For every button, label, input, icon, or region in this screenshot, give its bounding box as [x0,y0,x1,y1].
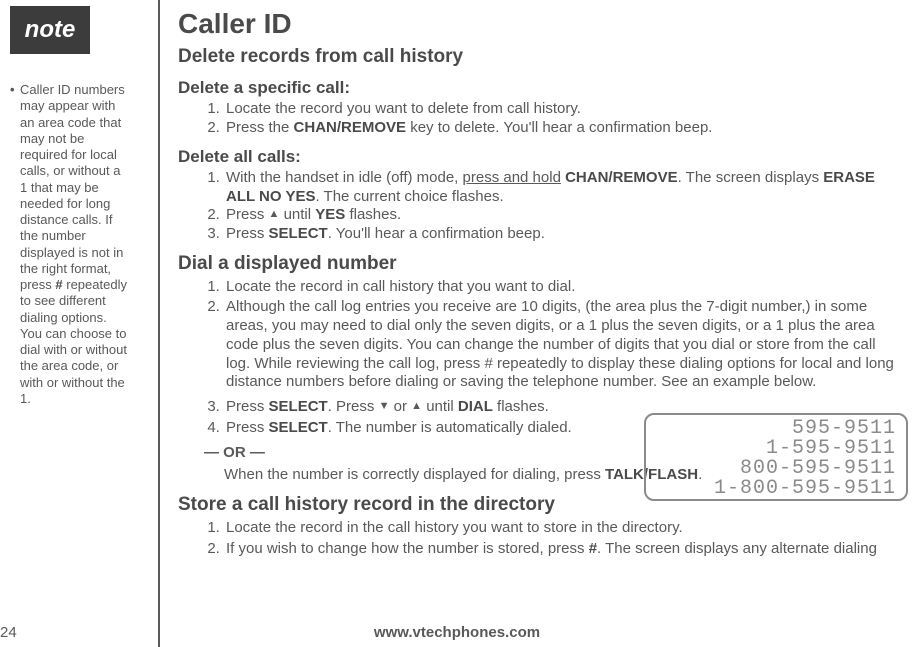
t: Press [226,419,269,436]
up-arrow-icon: ▲ [411,400,422,414]
list-item: If you wish to change how the number is … [224,540,898,559]
hash-key: # [589,540,597,557]
t: flashes. [345,206,401,223]
display-line-1: 595-9511 [650,419,896,439]
t: . Press [328,398,379,415]
t: or [389,398,411,415]
t: Press [226,398,269,415]
list-item: Locate the record you want to delete fro… [224,100,898,119]
note-badge: note [10,6,90,54]
up-arrow-icon: ▲ [269,208,280,222]
list-item: Press the CHAN/REMOVE key to delete. You… [224,119,898,138]
t: flashes. [493,398,549,415]
delete-all-heading: Delete all calls: [178,146,898,167]
list-item: Press SELECT. Press ▼ or ▲ until DIAL fl… [224,398,664,417]
t: If you wish to change how the number is … [226,540,589,557]
t: . The number is automatically dialed. [328,419,572,436]
delete-specific-list: Locate the record you want to delete fro… [178,100,898,138]
list-item: Although the call log entries you receiv… [224,298,898,392]
t: Press the [226,119,294,136]
dial-list-2: Press SELECT. Press ▼ or ▲ until DIAL fl… [178,398,664,438]
footer-url: www.vtechphones.com [0,624,914,641]
t: When the number is correctly displayed f… [224,466,605,483]
t: until [422,398,458,415]
underline-text: press and hold [463,169,561,186]
note-label: note [25,16,76,44]
t: key to delete. You'll hear a confirmatio… [406,119,712,136]
yes-text: YES [315,206,345,223]
down-arrow-icon: ▼ [379,400,390,414]
list-item: Locate the record in the call history yo… [224,519,898,538]
key-chan-remove: CHAN/REMOVE [294,119,407,136]
manual-page: note •Caller ID numbers may appear with … [0,0,914,647]
bullet-icon: • [10,82,20,98]
note-text: Caller ID numbers may appear with an are… [20,82,127,407]
delete-all-list: With the handset in idle (off) mode, pre… [178,169,898,244]
t: With the handset in idle (off) mode, [226,169,463,186]
dial-list: Locate the record in call history that y… [178,278,898,393]
list-item: Press ▲ until YES flashes. [224,206,898,225]
list-item: Locate the record in call history that y… [224,278,898,297]
display-line-4: 1-800-595-9511 [650,479,896,499]
t: . You'll hear a confirmation beep. [328,225,545,242]
key-select: SELECT [269,398,328,415]
note-pre: Caller ID numbers may appear with an are… [20,82,125,292]
key-chan-remove: CHAN/REMOVE [565,169,678,186]
phone-display: 595-9511 1-595-9511 800-595-9511 1-800-5… [644,413,908,501]
key-select: SELECT [269,225,328,242]
dial-text: DIAL [458,398,493,415]
hash-key: # [55,277,62,292]
display-line-3: 800-595-9511 [650,459,896,479]
note-post: repeatedly to see different dialing opti… [20,277,127,406]
t: Press [226,225,269,242]
vertical-divider [158,0,160,647]
display-line-2: 1-595-9511 [650,439,896,459]
t: . The screen displays [678,169,824,186]
page-title: Caller ID [178,6,898,41]
key-select: SELECT [269,419,328,436]
note-body: •Caller ID numbers may appear with an ar… [10,82,132,407]
list-item: With the handset in idle (off) mode, pre… [224,169,898,207]
t: . The screen displays any alternate dial… [597,540,877,557]
dial-heading: Dial a displayed number [178,252,898,276]
store-list: Locate the record in the call history yo… [178,519,898,559]
list-item: Press SELECT. You'll hear a confirmation… [224,225,898,244]
delete-specific-heading: Delete a specific call: [178,77,898,98]
page-subtitle: Delete records from call history [178,45,898,69]
t: until [279,206,315,223]
list-item: Press SELECT. The number is automaticall… [224,419,664,438]
t: Press [226,206,269,223]
t: . The current choice flashes. [315,188,503,205]
